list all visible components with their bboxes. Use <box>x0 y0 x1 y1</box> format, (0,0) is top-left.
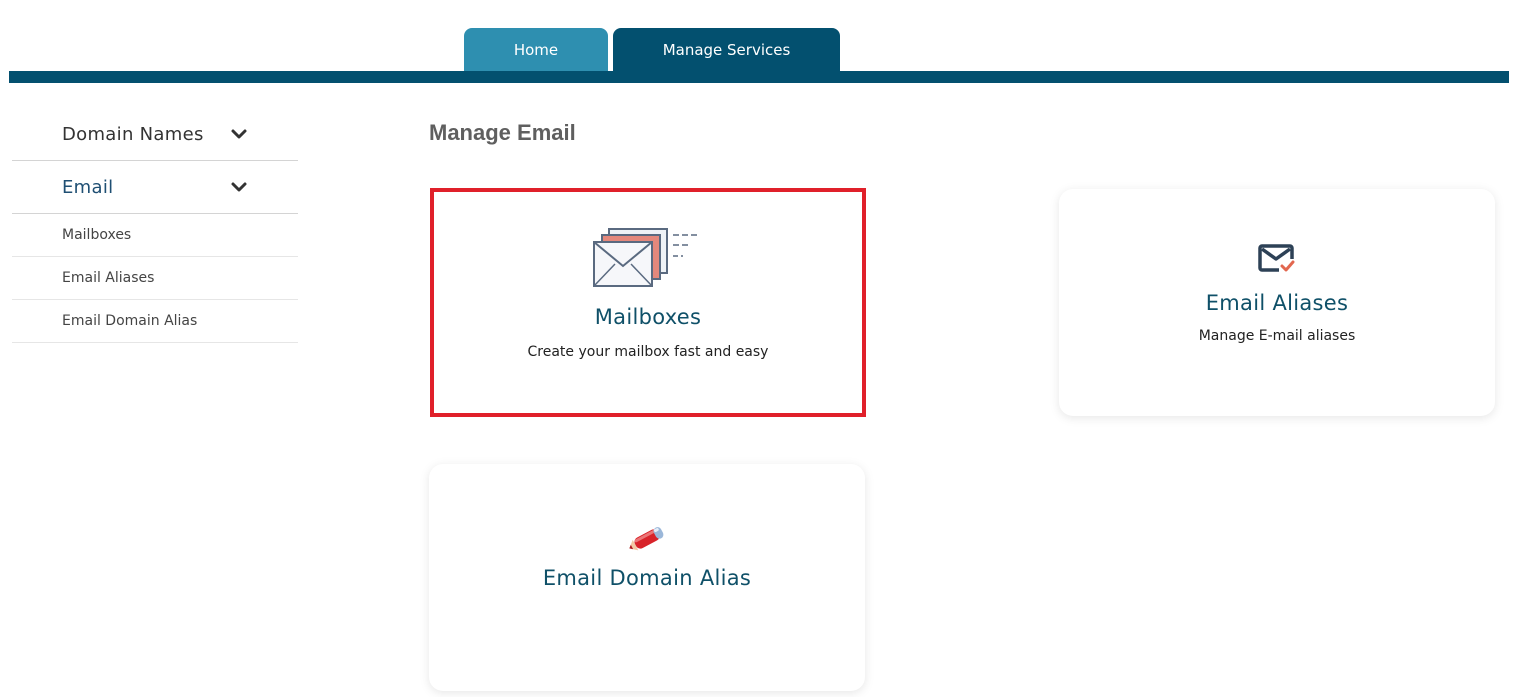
top-navigation: Home Manage Services <box>0 0 1513 83</box>
email-check-icon <box>1258 244 1295 272</box>
tab-manage-services[interactable]: Manage Services <box>613 28 840 71</box>
card-title: Email Aliases <box>1205 291 1349 315</box>
tab-home[interactable]: Home <box>464 28 608 71</box>
sidebar-section-email[interactable]: Email <box>12 161 298 214</box>
chevron-down-icon <box>231 129 247 139</box>
sidebar-section-label: Domain Names <box>62 123 204 145</box>
card-title: Mailboxes <box>594 305 702 329</box>
sidebar-item-mailboxes[interactable]: Mailboxes <box>12 214 298 257</box>
card-description: Create your mailbox fast and easy <box>527 344 769 360</box>
sidebar-item-email-aliases[interactable]: Email Aliases <box>12 257 298 300</box>
card-description: Manage E-mail aliases <box>1198 328 1356 344</box>
sidebar-item-label: Mailboxes <box>62 227 132 243</box>
pencil-icon <box>629 527 664 551</box>
chevron-down-icon <box>231 182 247 192</box>
sidebar-item-label: Email Domain Alias <box>62 313 198 329</box>
card-title: Email Domain Alias <box>542 566 752 590</box>
sidebar-item-email-domain-alias[interactable]: Email Domain Alias <box>12 300 298 343</box>
sidebar-section-domain-names[interactable]: Domain Names <box>12 108 298 161</box>
sidebar: Domain Names Email Mailboxes Email Alias… <box>12 108 298 343</box>
nav-bar <box>9 71 1509 83</box>
tab-home-label: Home <box>513 40 559 59</box>
email-domain-alias-card[interactable]: Email Domain Alias <box>429 464 865 691</box>
sidebar-item-label: Email Aliases <box>62 270 155 286</box>
sidebar-section-label: Email <box>62 176 114 198</box>
mailboxes-card[interactable]: Mailboxes Create your mailbox fast and e… <box>430 188 866 417</box>
mailbox-envelopes-icon <box>593 228 697 287</box>
email-aliases-card[interactable]: Email Aliases Manage E-mail aliases <box>1059 189 1495 416</box>
page-title: Manage Email <box>429 120 576 145</box>
tab-manage-services-label: Manage Services <box>662 40 791 59</box>
